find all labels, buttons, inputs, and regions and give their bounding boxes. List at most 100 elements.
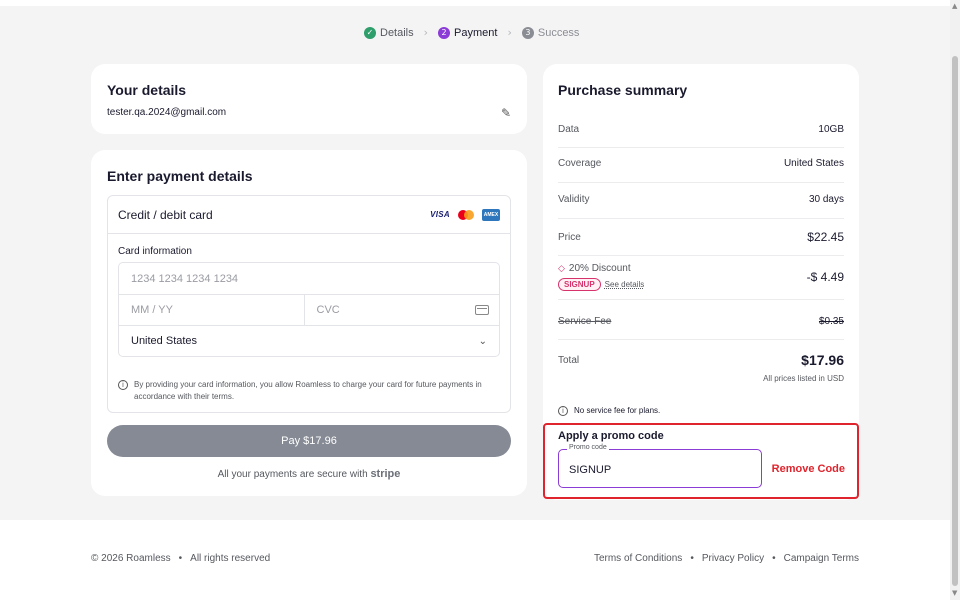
discount-value: -$ 4.49 [806,270,844,284]
summary-row-data: Data 10GB [558,124,844,135]
footer-left: © 2026 Roamless • All rights reserved [91,553,270,564]
card-number-placeholder: 1234 1234 1234 1234 [131,272,239,285]
row-value: 10GB [818,124,844,135]
check-icon: ✓ [364,26,376,39]
total-value: $17.96 [801,352,844,368]
mastercard-icon [458,209,474,220]
row-value: $22.45 [807,230,844,244]
see-details-link[interactable]: See details [605,280,645,289]
summary-row-price: Price $22.45 [558,230,844,244]
details-title: Your details [107,82,187,98]
step-number: 2 [438,26,451,39]
copyright: © 2026 Roamless [91,553,171,564]
divider [558,218,844,219]
promo-title: Apply a promo code [558,430,664,442]
row-label: Data [558,124,580,135]
summary-row-total: Total $17.96 [558,352,844,368]
payment-title: Enter payment details [107,168,253,184]
payment-details-card: Enter payment details Credit / debit car… [91,150,527,496]
row-label: Total [558,354,580,366]
visa-icon: VISA [430,210,450,219]
pay-button[interactable]: Pay $17.96 [107,425,511,457]
cvc-input[interactable]: CVC [303,295,500,325]
row-value: United States [783,158,844,169]
divider [558,147,844,148]
row-value: $0.35 [818,316,844,327]
footer-links: Terms of Conditions • Privacy Policy • C… [594,553,859,564]
summary-row-validity: Validity 30 days [558,194,844,205]
row-label: Price [558,231,581,243]
amex-icon: AMEX [482,208,500,221]
row-label: Validity [558,194,590,205]
method-label: Credit / debit card [118,207,213,222]
row-label: Coverage [558,158,602,169]
discount-label: 20% Discount [568,263,631,274]
tag-icon: ◇ [558,263,565,274]
your-details-card: Your details tester.qa.2024@gmail.com ✎ [91,64,527,134]
pencil-icon[interactable]: ✎ [501,106,511,120]
credit-card-form: Credit / debit card VISA AMEX Card infor… [107,195,511,413]
campaign-terms-link[interactable]: Campaign Terms [784,553,859,564]
chevron-down-icon: ⌄ [478,335,487,347]
discount-code-group: SIGNUP See details [558,278,644,291]
user-email: tester.qa.2024@gmail.com [107,107,227,118]
terms-link[interactable]: Terms of Conditions [594,553,682,564]
step-label: Success [537,26,580,39]
usd-note: All prices listed in USD [763,374,844,383]
divider [558,299,844,300]
expiry-placeholder: MM / YY [131,304,173,316]
summary-row-discount: ◇ 20% Discount SIGNUP See details -$ 4.4… [558,263,844,291]
expiry-input[interactable]: MM / YY [119,295,304,325]
scroll-down-icon[interactable]: ▼ [952,589,957,597]
footer: © 2026 Roamless • All rights reserved Te… [91,553,859,564]
step-details[interactable]: ✓ Details [364,26,414,39]
remove-code-button[interactable]: Remove Code [772,463,845,475]
no-fee-text: No service fee for plans. [574,406,661,415]
separator-dot: • [178,553,183,564]
scroll-up-icon[interactable]: ▲ [952,2,957,10]
notice-text: By providing your card information, you … [134,380,482,401]
country-value: United States [131,335,198,347]
step-number: 3 [521,26,534,39]
promo-code-section: Apply a promo code Promo code SIGNUP Rem… [543,423,859,499]
card-inputs: 1234 1234 1234 1234 MM / YY CVC United S… [118,262,500,357]
vertical-scrollbar[interactable]: ▲ ▼ [950,0,960,600]
separator-dot: • [690,553,694,564]
info-icon: i [558,406,568,416]
step-success: 3 Success [521,26,580,39]
summary-row-service-fee: Service Fee $0.35 [558,316,844,327]
secure-text: All your payments are secure with [217,469,368,480]
charge-notice: i By providing your card information, yo… [118,379,502,403]
chevron-right-icon: › [423,26,429,39]
card-information-label: Card information [118,246,192,257]
privacy-link[interactable]: Privacy Policy [702,553,764,564]
country-select[interactable]: United States ⌄ [119,325,499,356]
cvc-placeholder: CVC [316,304,340,316]
separator-dot: • [772,553,776,564]
rights-text: All rights reserved [190,553,271,564]
promo-code-input[interactable]: Promo code SIGNUP [558,444,762,488]
expiry-cvc-row: MM / YY CVC [119,294,499,325]
row-label: Service Fee [558,316,612,327]
no-fee-note: i No service fee for plans. [558,405,660,416]
divider [558,182,844,183]
discount-label-group: ◇ 20% Discount [558,263,644,274]
info-icon: i [118,380,128,390]
checkout-stepper: ✓ Details › 2 Payment › 3 Success [364,26,579,39]
promo-field-label: Promo code [567,444,609,451]
row-value: 30 days [808,194,844,205]
discount-info: ◇ 20% Discount SIGNUP See details [558,263,644,291]
divider [558,255,844,256]
promo-badge: SIGNUP [558,278,601,291]
stripe-logo: stripe [370,468,401,480]
card-method-header[interactable]: Credit / debit card VISA AMEX [108,196,510,234]
card-brands: VISA AMEX [430,208,500,221]
promo-field-value: SIGNUP [569,464,612,476]
secure-payment-note: All your payments are secure with stripe [91,468,527,480]
summary-row-coverage: Coverage United States [558,158,844,169]
step-payment: 2 Payment [438,26,498,39]
card-number-input[interactable]: 1234 1234 1234 1234 [119,263,499,294]
step-label: Details [380,26,414,39]
step-label: Payment [454,26,498,39]
scrollbar-thumb[interactable] [952,56,958,586]
